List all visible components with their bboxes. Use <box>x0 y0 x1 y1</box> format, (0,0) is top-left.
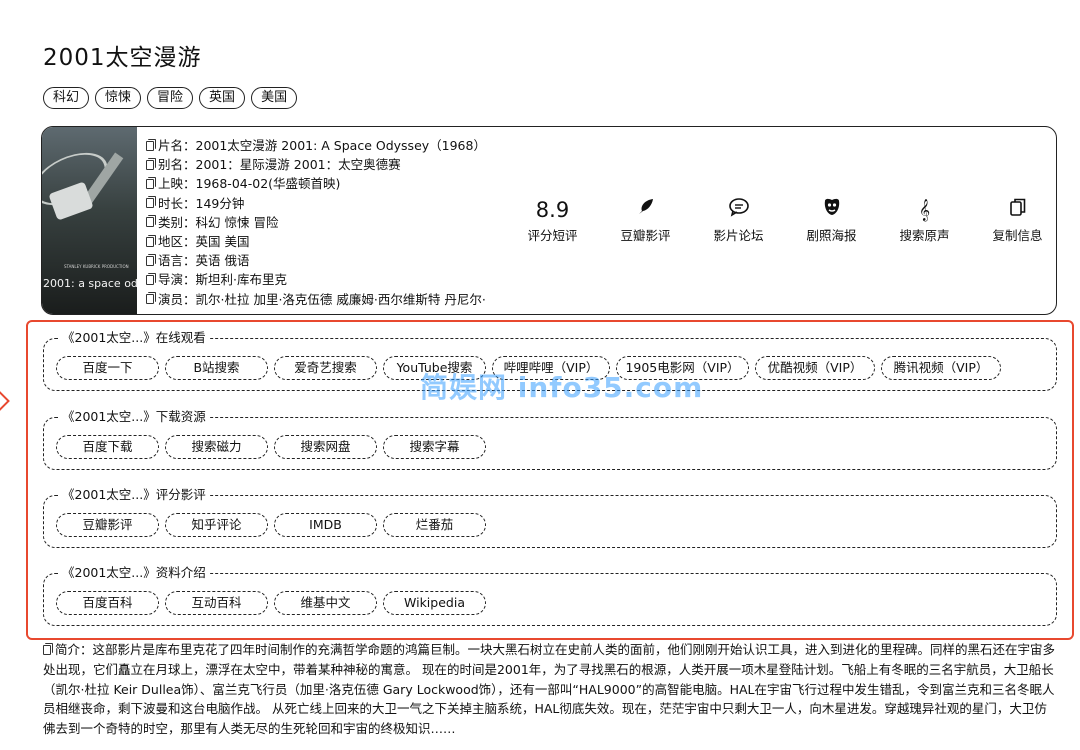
watermark: 简娱网 info35.com <box>420 371 704 404</box>
detail-row[interactable]: 时长：149分钟 <box>146 194 496 213</box>
link-baidu[interactable]: 百度一下 <box>56 356 159 380</box>
page-title: 2001太空漫游 <box>43 45 202 71</box>
poster-title: 2001: a space odyssey <box>43 277 137 290</box>
rating-value: 8.9 <box>535 198 570 222</box>
detail-row[interactable]: 别名：2001：星际漫游 2001：太空奥德赛 <box>146 155 496 174</box>
section-title: 《2001太空...》资料介绍 <box>58 564 210 582</box>
soundtrack-label: 搜索原声 <box>899 228 950 243</box>
detail-row[interactable]: 导演：斯坦利·库布里克 <box>146 270 496 289</box>
genre-tag[interactable]: 英国 <box>199 87 246 109</box>
copy-icon <box>146 157 156 170</box>
section-title: 《2001太空...》在线观看 <box>58 329 210 347</box>
detail-row[interactable]: 片名：2001太空漫游 2001: A Space Odyssey（1968） <box>146 136 496 155</box>
link-wikipedia[interactable]: Wikipedia <box>383 591 486 615</box>
link-magnet-search[interactable]: 搜索磁力 <box>165 435 268 459</box>
forum-button[interactable]: 影片论坛 <box>692 197 785 244</box>
forum-label: 影片论坛 <box>713 228 764 243</box>
movie-summary: 简介：这部影片是库布里克花了四年时间制作的充满哲学命题的鸿篇巨制。一块大黑石树立… <box>43 640 1055 739</box>
detail-row[interactable]: 地区：英国 美国 <box>146 232 496 251</box>
detail-text: 上映：1968-04-02(华盛顿首映) <box>158 176 341 192</box>
copy-icon[interactable] <box>43 643 53 655</box>
detail-text: 语言：英语 俄语 <box>158 253 250 269</box>
link-netdisk-search[interactable]: 搜索网盘 <box>274 435 377 459</box>
copy-icon <box>1009 197 1027 223</box>
soundtrack-button[interactable]: 𝄞 搜索原声 <box>878 197 971 244</box>
section-title: 《2001太空...》评分影评 <box>58 486 210 504</box>
copy-icon <box>146 253 156 266</box>
copy-icon <box>146 215 156 228</box>
poster-credit: STANLEY KUBRICK PRODUCTION <box>64 264 129 269</box>
link-rotten-tomatoes[interactable]: 烂番茄 <box>383 513 486 537</box>
detail-text: 导演：斯坦利·库布里克 <box>158 272 287 288</box>
side-arrow-icon[interactable] <box>0 391 10 411</box>
genre-tag[interactable]: 惊悚 <box>95 87 142 109</box>
section-download: 《2001太空...》下载资源 百度下载 搜索磁力 搜索网盘 搜索字幕 <box>43 408 1057 470</box>
action-bar: 8.9 评分短评 豆瓣影评 影片论坛 剧照海报 𝄞 搜索原声 复制信息 <box>496 127 1056 314</box>
copy-icon <box>146 234 156 247</box>
link-baidu-baike[interactable]: 百度百科 <box>56 591 159 615</box>
section-title: 《2001太空...》下载资源 <box>58 408 210 426</box>
posters-label: 剧照海报 <box>806 228 857 243</box>
copy-icon <box>146 272 156 285</box>
link-iqiyi-search[interactable]: 爱奇艺搜索 <box>274 356 377 380</box>
detail-text: 演员：凯尔·杜拉 加里·洛克伍德 威廉姆·西尔维斯特 丹尼尔· <box>158 291 486 307</box>
section-reviews: 《2001太空...》评分影评 豆瓣影评 知乎评论 IMDB 烂番茄 <box>43 486 1057 548</box>
copy-info-label: 复制信息 <box>992 228 1043 243</box>
link-zhihu[interactable]: 知乎评论 <box>165 513 268 537</box>
detail-row[interactable]: 演员：凯尔·杜拉 加里·洛克伍德 威廉姆·西尔维斯特 丹尼尔· <box>146 290 496 309</box>
link-hudong-baike[interactable]: 互动百科 <box>165 591 268 615</box>
link-imdb[interactable]: IMDB <box>274 513 377 537</box>
summary-text: 简介：这部影片是库布里克花了四年时间制作的充满哲学命题的鸿篇巨制。一块大黑石树立… <box>43 642 1056 737</box>
link-baidu-download[interactable]: 百度下载 <box>56 435 159 459</box>
detail-text: 地区：英国 美国 <box>158 233 250 249</box>
detail-row[interactable]: 语言：英语 俄语 <box>146 251 496 270</box>
detail-text: 类别：科幻 惊悚 冒险 <box>158 214 279 230</box>
link-subtitle-search[interactable]: 搜索字幕 <box>383 435 486 459</box>
copy-icon <box>146 138 156 151</box>
genre-tag[interactable]: 科幻 <box>43 87 90 109</box>
link-youku-vip[interactable]: 优酷视频（VIP） <box>755 356 875 380</box>
detail-text: 时长：149分钟 <box>158 195 245 211</box>
copy-icon <box>146 176 156 189</box>
genre-tag[interactable]: 冒险 <box>147 87 194 109</box>
link-bilibili-search[interactable]: B站搜索 <box>165 356 268 380</box>
quill-icon <box>636 197 656 223</box>
copy-icon <box>146 292 156 305</box>
rating-label: 评分短评 <box>527 228 578 243</box>
copy-info-button[interactable]: 复制信息 <box>971 197 1056 244</box>
detail-row[interactable]: 类别：科幻 惊悚 冒险 <box>146 213 496 232</box>
link-wiki-chinese[interactable]: 维基中文 <box>274 591 377 615</box>
douban-review-label: 豆瓣影评 <box>620 228 671 243</box>
poster-mask-icon <box>822 197 842 223</box>
detail-row[interactable]: 上映：1968-04-02(华盛顿首映) <box>146 174 496 193</box>
link-tencent-vip[interactable]: 腾讯视频（VIP） <box>881 356 1001 380</box>
douban-review-button[interactable]: 豆瓣影评 <box>599 197 692 244</box>
section-encyclopedia: 《2001太空...》资料介绍 百度百科 互动百科 维基中文 Wikipedia <box>43 564 1057 626</box>
chat-bubble-icon <box>728 197 750 223</box>
genre-tags: 科幻 惊悚 冒险 英国 美国 <box>43 87 298 109</box>
rating-button[interactable]: 8.9 评分短评 <box>506 197 599 244</box>
genre-tag[interactable]: 美国 <box>251 87 298 109</box>
link-douban-review[interactable]: 豆瓣影评 <box>56 513 159 537</box>
movie-info-card: STANLEY KUBRICK PRODUCTION 2001: a space… <box>41 126 1057 315</box>
movie-poster[interactable]: STANLEY KUBRICK PRODUCTION 2001: a space… <box>42 127 137 314</box>
movie-details: 片名：2001太空漫游 2001: A Space Odyssey（1968） … <box>137 127 496 314</box>
music-note-icon: 𝄞 <box>918 199 931 221</box>
posters-button[interactable]: 剧照海报 <box>785 197 878 244</box>
detail-text: 片名：2001太空漫游 2001: A Space Odyssey（1968） <box>158 138 486 153</box>
copy-icon <box>146 196 156 209</box>
detail-text: 别名：2001：星际漫游 2001：太空奥德赛 <box>158 157 401 173</box>
